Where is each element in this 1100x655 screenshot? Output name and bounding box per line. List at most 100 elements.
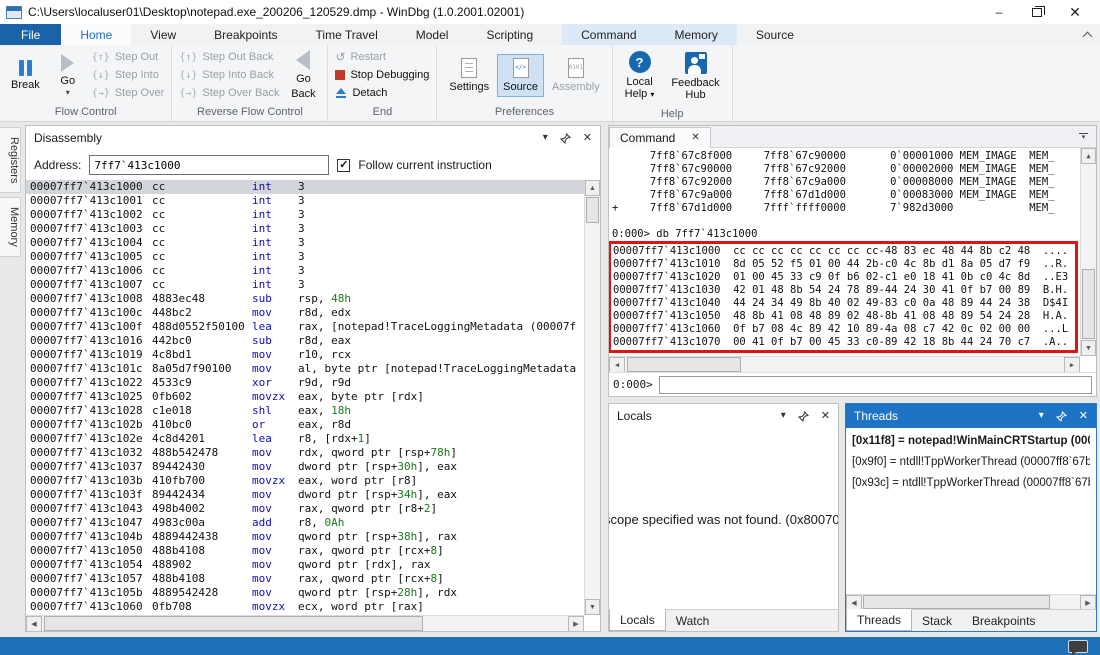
scroll-thumb[interactable] bbox=[627, 357, 741, 372]
maximize-button[interactable] bbox=[1018, 0, 1056, 24]
tab-source[interactable]: Source bbox=[737, 24, 813, 45]
disassembly-vscrollbar[interactable]: ▲ ▼ bbox=[584, 180, 600, 615]
follow-current-instruction-checkbox[interactable]: ✓ bbox=[337, 159, 350, 172]
stop-debugging-button[interactable]: Stop Debugging bbox=[335, 66, 429, 84]
disasm-line[interactable]: 00007ff7`413c1005ccint3 bbox=[26, 250, 584, 264]
scroll-thumb[interactable] bbox=[586, 197, 599, 223]
disasm-line[interactable]: 00007ff7`413c1003ccint3 bbox=[26, 222, 584, 236]
locals-close-icon[interactable]: ✕ bbox=[821, 411, 830, 421]
local-help-button[interactable]: ? LocalHelp ▾ bbox=[620, 48, 660, 104]
command-vscrollbar[interactable]: ▲ ▼ bbox=[1080, 148, 1096, 356]
source-button[interactable]: </> Source bbox=[497, 54, 544, 97]
disassembly-close-icon[interactable]: ✕ bbox=[583, 133, 592, 143]
tab-command[interactable]: Command bbox=[562, 24, 655, 45]
detach-button[interactable]: Detach bbox=[335, 84, 429, 102]
scroll-left-icon[interactable]: ◀ bbox=[26, 616, 42, 631]
disassembly-hscrollbar[interactable]: ◀ ▶ bbox=[26, 615, 584, 631]
disasm-line[interactable]: 00007ff7`413c1032488b542478movrdx, qword… bbox=[26, 446, 584, 460]
tab-breakpoints[interactable]: Breakpoints bbox=[962, 610, 1045, 631]
disasm-line[interactable]: 00007ff7`413c103b410fb700movzxeax, word … bbox=[26, 474, 584, 488]
disasm-line[interactable]: 00007ff7`413c1001ccint3 bbox=[26, 194, 584, 208]
scroll-thumb[interactable] bbox=[1082, 269, 1095, 339]
close-button[interactable]: ✕ bbox=[1056, 0, 1094, 24]
tab-threads[interactable]: Threads bbox=[846, 609, 912, 631]
threads-hscrollbar[interactable]: ◀ ▶ bbox=[846, 594, 1096, 609]
tab-file[interactable]: File bbox=[0, 24, 61, 45]
tab-scripting[interactable]: Scripting bbox=[467, 24, 552, 45]
ribbon-collapse-button[interactable] bbox=[1074, 24, 1100, 45]
thread-item[interactable]: [0x11f8] = notepad!WinMainCRTStartup (00… bbox=[852, 431, 1090, 452]
scroll-down-icon[interactable]: ▼ bbox=[1081, 340, 1096, 356]
go-back-button[interactable]: Go Back bbox=[286, 48, 320, 102]
step-into-button[interactable]: {↓}Step Into bbox=[92, 66, 165, 84]
feedback-hub-button[interactable]: FeedbackHub bbox=[666, 49, 724, 104]
step-over-button[interactable]: {→}Step Over bbox=[92, 84, 165, 102]
disasm-line[interactable]: 00007ff7`413c102e4c8d4201lear8, [rdx+1] bbox=[26, 432, 584, 446]
disasm-line[interactable]: 00007ff7`413c105b4889542428movqword ptr … bbox=[26, 586, 584, 600]
scroll-down-icon[interactable]: ▼ bbox=[585, 599, 600, 615]
tab-time-travel[interactable]: Time Travel bbox=[297, 24, 397, 45]
disasm-line[interactable]: 00007ff7`413c1006ccint3 bbox=[26, 264, 584, 278]
disasm-line[interactable]: 00007ff7`413c103789442430movdword ptr [r… bbox=[26, 460, 584, 474]
step-over-back-button[interactable]: {→}Step Over Back bbox=[179, 84, 279, 102]
disasm-line[interactable]: 00007ff7`413c103f89442434movdword ptr [r… bbox=[26, 488, 584, 502]
disasm-line[interactable]: 00007ff7`413c10224533c9xorr9d, r9d bbox=[26, 376, 584, 390]
break-button[interactable]: Break bbox=[7, 58, 44, 93]
disasm-line[interactable]: 00007ff7`413c104b4889442438movqword ptr … bbox=[26, 530, 584, 544]
side-tab-registers[interactable]: Registers bbox=[0, 127, 21, 193]
disasm-line[interactable]: 00007ff7`413c1054488902movqword ptr [rdx… bbox=[26, 558, 584, 572]
disasm-line[interactable]: 00007ff7`413c102b410bc0oreax, r8d bbox=[26, 418, 584, 432]
command-hscrollbar[interactable]: ◀ ▶ bbox=[609, 356, 1080, 372]
scroll-thumb[interactable] bbox=[44, 616, 423, 631]
command-tab[interactable]: Command ✕ bbox=[609, 127, 711, 148]
assembly-button[interactable]: 0101 Assembly bbox=[547, 55, 605, 96]
command-input[interactable] bbox=[659, 376, 1092, 394]
disasm-line[interactable]: 00007ff7`413c100c448bc2movr8d, edx bbox=[26, 306, 584, 320]
scroll-right-icon[interactable]: ▶ bbox=[1064, 357, 1080, 372]
scroll-right-icon[interactable]: ▶ bbox=[568, 616, 584, 631]
disasm-line[interactable]: 00007ff7`413c10084883ec48subrsp, 48h bbox=[26, 292, 584, 306]
locals-dropdown-icon[interactable]: ▾ bbox=[781, 411, 786, 421]
scroll-right-icon[interactable]: ▶ bbox=[1080, 595, 1096, 609]
disasm-line[interactable]: 00007ff7`413c10600fb708movzxecx, word pt… bbox=[26, 600, 584, 614]
pin-icon[interactable] bbox=[1056, 411, 1067, 422]
disasm-line[interactable]: 00007ff7`413c10194c8bd1movr10, rcx bbox=[26, 348, 584, 362]
tab-model[interactable]: Model bbox=[397, 24, 468, 45]
disasm-line[interactable]: 00007ff7`413c1028c1e018shleax, 18h bbox=[26, 404, 584, 418]
tab-locals[interactable]: Locals bbox=[609, 609, 666, 631]
disasm-line[interactable]: 00007ff7`413c101c8a05d7f90100moval, byte… bbox=[26, 362, 584, 376]
disasm-line[interactable]: 00007ff7`413c1043498b4002movrax, qword p… bbox=[26, 502, 584, 516]
disasm-line[interactable]: 00007ff7`413c100f488d0552f50100learax, [… bbox=[26, 320, 584, 334]
threads-close-icon[interactable]: ✕ bbox=[1079, 411, 1088, 421]
step-out-back-button[interactable]: {↑}Step Out Back bbox=[179, 48, 279, 66]
disasm-line[interactable]: 00007ff7`413c1002ccint3 bbox=[26, 208, 584, 222]
tab-breakpoints[interactable]: Breakpoints bbox=[195, 24, 296, 45]
scroll-left-icon[interactable]: ◀ bbox=[609, 357, 625, 372]
side-tab-memory[interactable]: Memory bbox=[0, 197, 21, 257]
thread-item[interactable]: [0x9f0] = ntdll!TppWorkerThread (00007ff… bbox=[852, 452, 1090, 473]
pin-icon[interactable] bbox=[560, 133, 571, 144]
threads-dropdown-icon[interactable]: ▾ bbox=[1039, 411, 1044, 421]
disasm-line[interactable]: 00007ff7`413c10474983c00aaddr8, 0Ah bbox=[26, 516, 584, 530]
feedback-bubble-icon[interactable] bbox=[1068, 640, 1088, 653]
tab-view[interactable]: View bbox=[131, 24, 195, 45]
step-into-back-button[interactable]: {↓}Step Into Back bbox=[179, 66, 279, 84]
minimize-button[interactable]: – bbox=[980, 0, 1018, 24]
restart-button[interactable]: ↺Restart bbox=[335, 48, 429, 66]
settings-button[interactable]: Settings bbox=[444, 55, 494, 96]
disasm-line[interactable]: 00007ff7`413c1000ccint3 bbox=[26, 180, 584, 194]
step-out-button[interactable]: {↑}Step Out bbox=[92, 48, 165, 66]
disasm-line[interactable]: 00007ff7`413c1004ccint3 bbox=[26, 236, 584, 250]
tab-watch[interactable]: Watch bbox=[666, 610, 720, 631]
disasm-line[interactable]: 00007ff7`413c10250fb602movzxeax, byte pt… bbox=[26, 390, 584, 404]
thread-item[interactable]: [0x93c] = ntdll!TppWorkerThread (00007ff… bbox=[852, 473, 1090, 494]
tab-home[interactable]: Home bbox=[61, 24, 131, 45]
tab-stack[interactable]: Stack bbox=[912, 610, 962, 631]
command-tab-close-icon[interactable]: ✕ bbox=[691, 132, 699, 143]
disasm-line[interactable]: 00007ff7`413c1050488b4108movrax, qword p… bbox=[26, 544, 584, 558]
scroll-up-icon[interactable]: ▲ bbox=[1081, 148, 1096, 164]
disasm-line[interactable]: 00007ff7`413c1057488b4108movrax, qword p… bbox=[26, 572, 584, 586]
command-menu-button[interactable]: ▾ bbox=[1079, 133, 1088, 141]
scroll-thumb[interactable] bbox=[863, 595, 1050, 609]
disasm-line[interactable]: 00007ff7`413c1007ccint3 bbox=[26, 278, 584, 292]
